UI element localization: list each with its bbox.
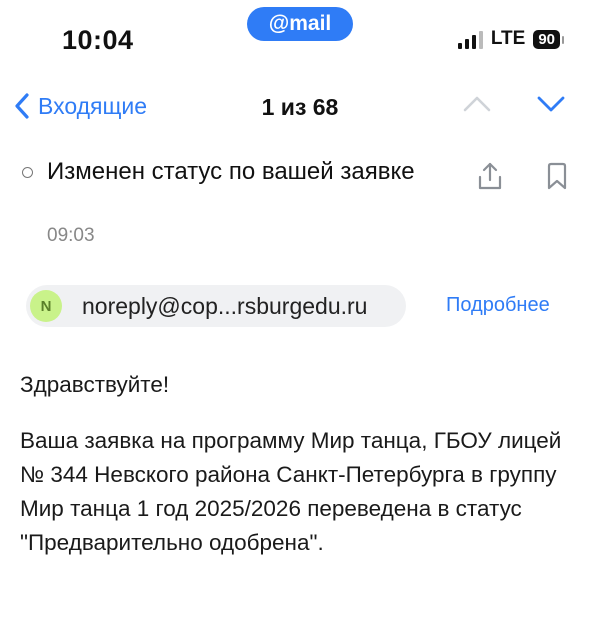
battery-icon: 90 [533, 29, 564, 49]
message-navbar: Входящие 1 из 68 [0, 80, 600, 134]
previous-message-button[interactable] [462, 94, 492, 119]
status-bar: 10:04 @mail LTE 90 [0, 0, 600, 70]
network-label: LTE [490, 28, 526, 49]
status-indicators: LTE 90 [457, 28, 564, 50]
clock: 10:04 [62, 25, 134, 55]
mail-app-pill[interactable]: @mail [247, 7, 353, 41]
chevron-down-icon [537, 96, 565, 112]
share-icon [478, 162, 502, 190]
next-message-button[interactable] [536, 94, 566, 119]
sender-chip[interactable]: N noreply@cop...rsburgedu.ru [26, 285, 406, 327]
bookmark-button[interactable] [545, 162, 569, 195]
chevron-up-icon [463, 96, 491, 112]
message-body-text: Ваша заявка на программу Мир танца, ГБОУ… [20, 428, 562, 555]
sender-row: N noreply@cop...rsburgedu.ru [26, 285, 406, 327]
avatar: N [30, 290, 62, 322]
message-time: 09:03 [47, 225, 95, 246]
bookmark-icon [547, 162, 567, 190]
signal-icon [457, 29, 483, 49]
share-button[interactable] [476, 161, 504, 196]
message-greeting: Здравствуйте! [20, 372, 170, 397]
message-counter: 1 из 68 [261, 94, 339, 120]
message-body: Здравствуйте! Ваша заявка на программу М… [20, 368, 585, 582]
sender-email: noreply@cop...rsburgedu.ru [82, 292, 368, 319]
read-status-indicator[interactable] [22, 167, 33, 178]
details-link[interactable]: Подробнее [446, 294, 550, 317]
message-subject: Изменен статус по вашей заявке [47, 158, 415, 185]
